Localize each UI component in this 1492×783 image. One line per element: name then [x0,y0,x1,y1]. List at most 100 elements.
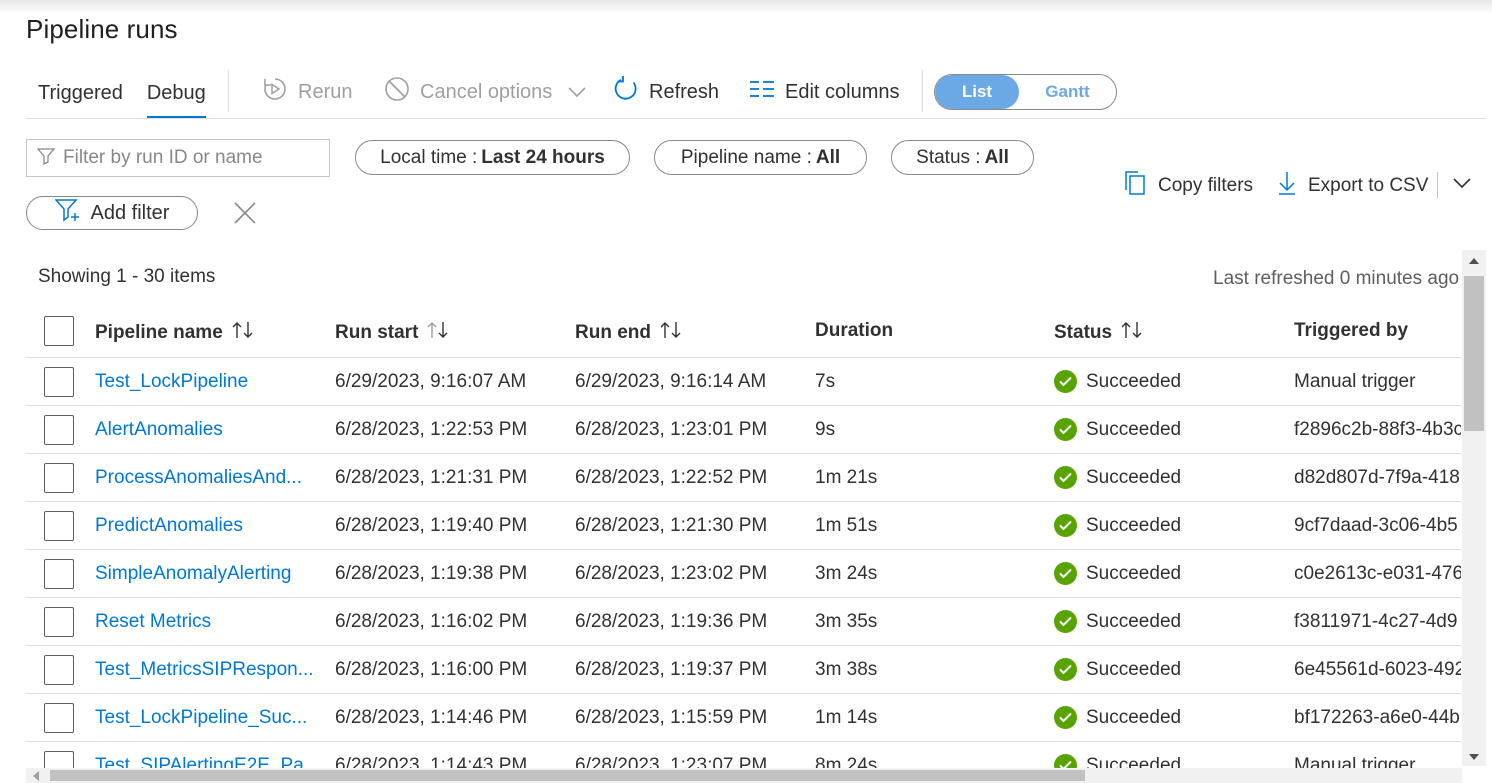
status-label: Succeeded [1086,658,1182,680]
tab-triggered[interactable]: Triggered [26,72,135,118]
col-header-label: Status [1054,322,1113,343]
duration-cell: 3m 24s [815,562,878,584]
pipeline-name-link[interactable]: PredictAnomalies [95,515,243,537]
pipeline-name-link[interactable]: Test_LockPipeline [95,371,248,393]
table-row[interactable]: ProcessAnomaliesAnd... 6/28/2023, 1:21:3… [26,454,1461,502]
pipeline-name-link[interactable]: ProcessAnomaliesAnd... [95,467,302,489]
pipeline-filter-value: All [815,146,841,168]
page-title: Pipeline runs [26,14,178,44]
status-cell: Succeeded [1054,418,1181,441]
row-checkbox[interactable] [44,366,74,397]
pipeline-name-link[interactable]: SimpleAnomalyAlerting [95,563,291,585]
add-filter-label: Add filter [90,201,170,224]
columns-icon [749,79,785,105]
rerun-icon [262,76,298,108]
select-all-checkbox[interactable] [44,316,74,346]
list-view-option[interactable]: List [935,75,1019,109]
run-start-cell: 6/28/2023, 1:14:46 PM [335,706,528,728]
edit-columns-button[interactable]: Edit columns [749,75,900,109]
run-start-cell: 6/28/2023, 1:21:31 PM [335,466,528,488]
status-cell: Succeeded [1054,658,1181,681]
row-checkbox[interactable] [44,654,74,685]
row-checkbox[interactable] [44,558,74,589]
refresh-button[interactable]: Refresh [613,75,719,109]
cancel-icon [384,76,420,108]
status-label: Succeeded [1086,418,1182,440]
vertical-scrollbar[interactable] [1462,250,1486,766]
row-checkbox[interactable] [44,510,74,541]
horizontal-scrollbar[interactable] [26,768,1462,783]
scroll-down-arrow-icon[interactable] [1469,754,1479,760]
add-filter-icon [53,198,91,228]
triggered-by-cell: d82d807d-7f9a-418 [1294,466,1460,488]
row-checkbox[interactable] [44,702,74,733]
pipeline-name-link[interactable]: Test_MetricsSIPRespon... [95,659,314,681]
chevron-down-icon [560,81,586,104]
clear-filters-icon[interactable] [232,200,258,231]
more-actions-chevron-down-icon[interactable] [1452,176,1472,195]
copy-filters-label: Copy filters [1158,175,1254,196]
col-header-run-start[interactable]: Run start [335,320,450,346]
rerun-button[interactable]: Rerun [262,75,352,109]
run-end-cell: 6/28/2023, 1:19:36 PM [575,610,768,632]
filter-icon [36,147,56,170]
table-row[interactable]: AlertAnomalies 6/28/2023, 1:22:53 PM 6/2… [26,406,1461,454]
run-end-cell: 6/28/2023, 1:22:52 PM [575,466,768,488]
row-checkbox[interactable] [44,606,74,637]
table-row[interactable]: Test_LockPipeline 6/29/2023, 9:16:07 AM … [26,358,1461,406]
status-filter-value: All [984,146,1009,168]
cancel-options-label: Cancel options [420,80,553,103]
actions-divider [1437,172,1438,198]
triggered-by-cell: c0e2613c-e031-476 [1294,562,1461,584]
sort-icon [651,320,683,346]
col-header-label: Pipeline name [95,322,223,343]
table-row[interactable]: Reset Metrics 6/28/2023, 1:16:02 PM 6/28… [26,598,1461,646]
col-header-status[interactable]: Status [1054,320,1144,346]
cancel-options-button[interactable]: Cancel options [384,75,586,109]
add-filter-button[interactable]: Add filter [26,196,198,230]
horizontal-scroll-thumb[interactable] [50,770,1085,781]
col-header-pipeline-name[interactable]: Pipeline name [95,320,255,346]
export-csv-button[interactable]: Export to CSV [1278,170,1428,202]
row-checkbox[interactable] [44,462,74,493]
run-start-cell: 6/28/2023, 1:16:00 PM [335,658,528,680]
gantt-view-option[interactable]: Gantt [1019,75,1116,109]
status-label: Succeeded [1086,466,1182,488]
success-check-icon [1054,370,1077,393]
export-csv-label: Export to CSV [1308,175,1429,196]
run-end-cell: 6/28/2023, 1:19:37 PM [575,658,768,680]
time-filter-pill[interactable]: Local time : Last 24 hours [355,140,630,175]
duration-cell: 7s [815,370,836,392]
status-filter-pill[interactable]: Status : All [891,140,1034,175]
success-check-icon [1054,610,1077,633]
pipeline-filter-pill[interactable]: Pipeline name : All [654,140,867,175]
scroll-up-arrow-icon[interactable] [1469,258,1479,264]
vertical-scroll-thumb[interactable] [1464,276,1484,431]
pipeline-filter-label: Pipeline name : [680,146,812,168]
table-row[interactable]: Test_MetricsSIPRespon... 6/28/2023, 1:16… [26,646,1461,694]
table-row[interactable]: Test_LockPipeline_Suc... 6/28/2023, 1:14… [26,694,1461,742]
scroll-left-arrow-icon[interactable] [33,771,39,781]
status-filter-label: Status : [916,146,981,168]
last-refreshed: Last refreshed 0 minutes ago [1213,268,1460,289]
triggered-by-cell: f2896c2b-88f3-4b3c [1294,418,1461,440]
time-filter-label: Local time : [380,146,478,168]
status-cell: Succeeded [1054,466,1181,489]
col-header-duration[interactable]: Duration [815,320,893,342]
copy-filters-button[interactable]: Copy filters [1124,170,1253,202]
search-input[interactable] [63,147,313,169]
table-row[interactable]: SimpleAnomalyAlerting 6/28/2023, 1:19:38… [26,550,1461,598]
col-header-label: Triggered by [1294,320,1409,341]
pipeline-name-link[interactable]: Test_LockPipeline_Suc... [95,707,307,729]
pipeline-name-link[interactable]: AlertAnomalies [95,419,223,441]
tab-debug[interactable]: Debug [146,72,206,118]
table-row[interactable]: Test_SIPAlertingE2E_Pa... 6/28/2023, 1:1… [26,742,1461,770]
col-header-triggered-by[interactable]: Triggered by [1294,320,1408,342]
success-check-icon [1054,466,1077,489]
duration-cell: 9s [815,418,836,440]
row-checkbox[interactable] [44,414,74,445]
pipeline-name-link[interactable]: Reset Metrics [95,611,211,633]
run-tabs: Triggered Debug [26,72,206,120]
col-header-run-end[interactable]: Run end [575,320,683,346]
table-row[interactable]: PredictAnomalies 6/28/2023, 1:19:40 PM 6… [26,502,1461,550]
